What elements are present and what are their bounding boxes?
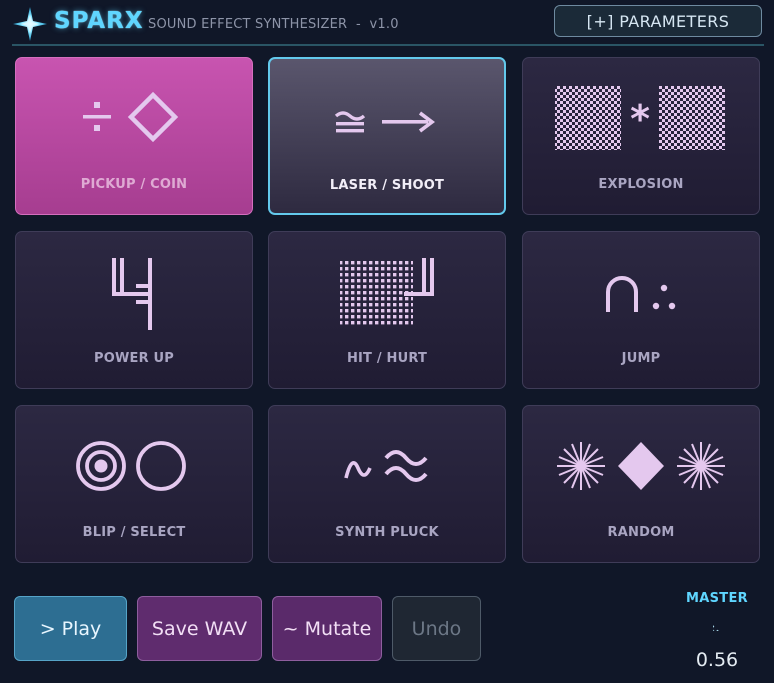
preset-pickup-coin[interactable]: PICKUP / COIN (15, 57, 253, 215)
divide-diamond-icon (83, 91, 179, 143)
starburst-diamond-icon (557, 442, 725, 490)
mutate-button[interactable]: ~ Mutate (272, 596, 382, 661)
preset-label: BLIP / SELECT (82, 525, 186, 540)
preset-label: PICKUP / COIN (80, 177, 188, 192)
app-subtitle: SOUND EFFECT SYNTHESIZER - v1.0 (148, 17, 399, 32)
preset-label: LASER / SHOOT (329, 178, 445, 193)
preset-hit-hurt[interactable]: HIT / HURT (268, 231, 506, 389)
save-wav-button[interactable]: Save WAV (137, 596, 262, 661)
dot-grid-icon (340, 258, 434, 327)
preset-label: HIT / HURT (346, 351, 428, 366)
master-label: MASTER (686, 591, 748, 606)
preset-label: JUMP (621, 351, 661, 366)
undo-button[interactable]: Undo (392, 596, 481, 661)
checker-blocks-icon: * (555, 86, 725, 150)
sine-wave-icon (344, 450, 428, 482)
parameters-button[interactable]: [+] PARAMETERS (554, 5, 762, 37)
preset-grid: PICKUP / COIN LASER / SHOOT * EXPLOSION … (15, 57, 761, 565)
app-header: SPARX SOUND EFFECT SYNTHESIZER - v1.0 [+… (0, 0, 774, 46)
arrow-right-icon (334, 111, 435, 133)
preset-label: RANDOM (607, 525, 675, 540)
preset-jump[interactable]: JUMP (522, 231, 760, 389)
preset-explosion[interactable]: * EXPLOSION (522, 57, 760, 215)
preset-label: EXPLOSION (598, 177, 684, 192)
master-value: 0.56 (695, 649, 739, 671)
sparkle-star-icon (13, 7, 47, 41)
stepped-bars-icon (112, 258, 152, 330)
header-divider (12, 44, 764, 46)
preset-laser-shoot[interactable]: LASER / SHOOT (268, 57, 506, 215)
preset-label: POWER UP (93, 351, 175, 366)
svg-text:*: * (630, 97, 650, 141)
preset-synth-pluck[interactable]: SYNTH PLUCK (268, 405, 506, 563)
play-button[interactable]: > Play (14, 596, 127, 661)
app-title: SPARX (54, 8, 144, 34)
preset-power-up[interactable]: POWER UP (15, 231, 253, 389)
preset-blip-select[interactable]: BLIP / SELECT (15, 405, 253, 563)
master-volume-knob[interactable] (713, 625, 719, 631)
preset-random[interactable]: RANDOM (522, 405, 760, 563)
target-circle-icon (76, 441, 186, 491)
arch-dots-icon (606, 276, 676, 312)
preset-label: SYNTH PLUCK (335, 525, 439, 540)
